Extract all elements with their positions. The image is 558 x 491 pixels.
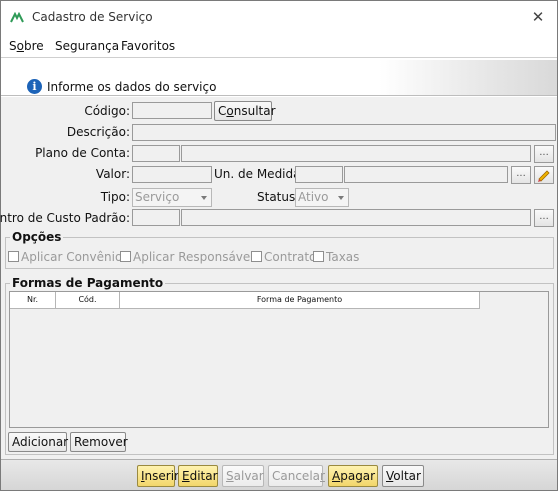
opcoes-group: Opções Aplicar Convênios Aplicar Respons… [5,230,554,269]
title-bar: Cadastro de Serviço ✕ [1,1,557,34]
remover-button[interactable]: Remover [70,432,128,452]
valor-label: Valor: [95,167,130,181]
voltar-button[interactable]: Voltar [382,465,424,487]
un-medida-label: Un. de Medida: [214,167,305,181]
close-icon[interactable]: ✕ [529,8,547,26]
inserir-button[interactable]: Inserir [137,465,179,487]
formas-pagamento-group: Formas de Pagamento Nr. Cód. Forma de Pa… [5,276,554,455]
tipo-label: Tipo: [100,190,130,204]
cancelar-button[interactable]: Cancelar [268,465,325,487]
chevron-down-icon [201,196,207,200]
plano-conta-desc-input[interactable] [181,145,531,162]
form-area: Código: Consultar Descrição: Plano de Co… [0,97,557,459]
taxas-label: Taxas [326,250,360,264]
info-icon: i [27,79,42,94]
checkbox-box[interactable] [251,251,262,262]
tipo-select-value: Serviço [135,190,180,204]
opcoes-title: Opções [10,230,64,244]
centro-custo-code-input[interactable] [132,209,180,226]
status-select-value: Ativo [298,190,329,204]
apagar-button[interactable]: Apagar [328,465,378,487]
centro-custo-desc-input[interactable] [181,209,531,226]
tipo-select[interactable]: Serviço [132,188,212,207]
menu-item-sobre[interactable]: Sobre [9,39,44,53]
banner-text: Informe os dados do serviço [47,80,217,94]
centro-custo-lookup-button[interactable]: ... [534,209,554,227]
column-header-nr[interactable]: Nr. [10,292,56,309]
aplicar-convenios-checkbox[interactable]: Aplicar Convênios [8,250,129,264]
pencil-icon [538,170,550,182]
status-select[interactable]: Ativo [295,188,349,207]
contrato-checkbox[interactable]: Contrato [251,250,316,264]
aplicar-responsaveis-checkbox[interactable]: Aplicar Responsáveis [120,250,260,264]
consultar-button[interactable]: Consultar [214,101,276,121]
salvar-button[interactable]: Salvar [222,465,264,487]
formas-pagamento-table[interactable]: Nr. Cód. Forma de Pagamento [9,291,549,428]
adicionar-button[interactable]: Adicionar [8,432,68,452]
action-toolbar: Inserir Editar Salvar Cancelar Apagar Vo… [1,459,557,490]
formas-pagamento-title: Formas de Pagamento [10,276,166,290]
chevron-down-icon [338,196,344,200]
window-title: Cadastro de Serviço [32,10,153,24]
un-medida-code-input[interactable] [295,166,343,183]
menu-item-seguranca[interactable]: Segurança [55,39,119,53]
aplicar-convenios-label: Aplicar Convênios [21,250,129,264]
table-header: Nr. Cód. Forma de Pagamento [10,292,480,309]
service-registration-window: Cadastro de Serviço ✕ Sobre Segurança Fa… [0,0,558,491]
plano-conta-lookup-button[interactable]: ... [534,145,554,163]
checkbox-box[interactable] [8,251,19,262]
aplicar-responsaveis-label: Aplicar Responsáveis [133,250,260,264]
contrato-label: Contrato [264,250,317,264]
un-medida-edit-button[interactable] [534,166,554,184]
codigo-label: Código: [84,104,130,118]
valor-input[interactable] [132,166,212,183]
plano-conta-label: Plano de Conta: [35,146,130,160]
editar-button[interactable]: Editar [178,465,218,487]
checkbox-box[interactable] [120,251,131,262]
column-header-cod[interactable]: Cód. [56,292,120,309]
centro-custo-label: Centro de Custo Padrão: [0,211,130,225]
app-logo-icon [10,12,24,23]
taxas-checkbox[interactable]: Taxas [313,250,359,264]
un-medida-lookup-button[interactable]: ... [511,166,531,184]
menu-item-favoritos[interactable]: Favoritos [121,39,175,53]
descricao-label: Descrição: [66,125,130,139]
codigo-input[interactable] [132,102,212,119]
un-medida-desc-input[interactable] [344,166,508,183]
checkbox-box[interactable] [313,251,324,262]
menu-bar: Sobre Segurança Favoritos [1,36,557,58]
plano-conta-code-input[interactable] [132,145,180,162]
status-label: Status: [257,190,300,204]
descricao-input[interactable] [132,124,556,141]
column-header-forma-pagamento[interactable]: Forma de Pagamento [120,292,480,309]
info-banner: i Informe os dados do serviço [1,60,557,96]
